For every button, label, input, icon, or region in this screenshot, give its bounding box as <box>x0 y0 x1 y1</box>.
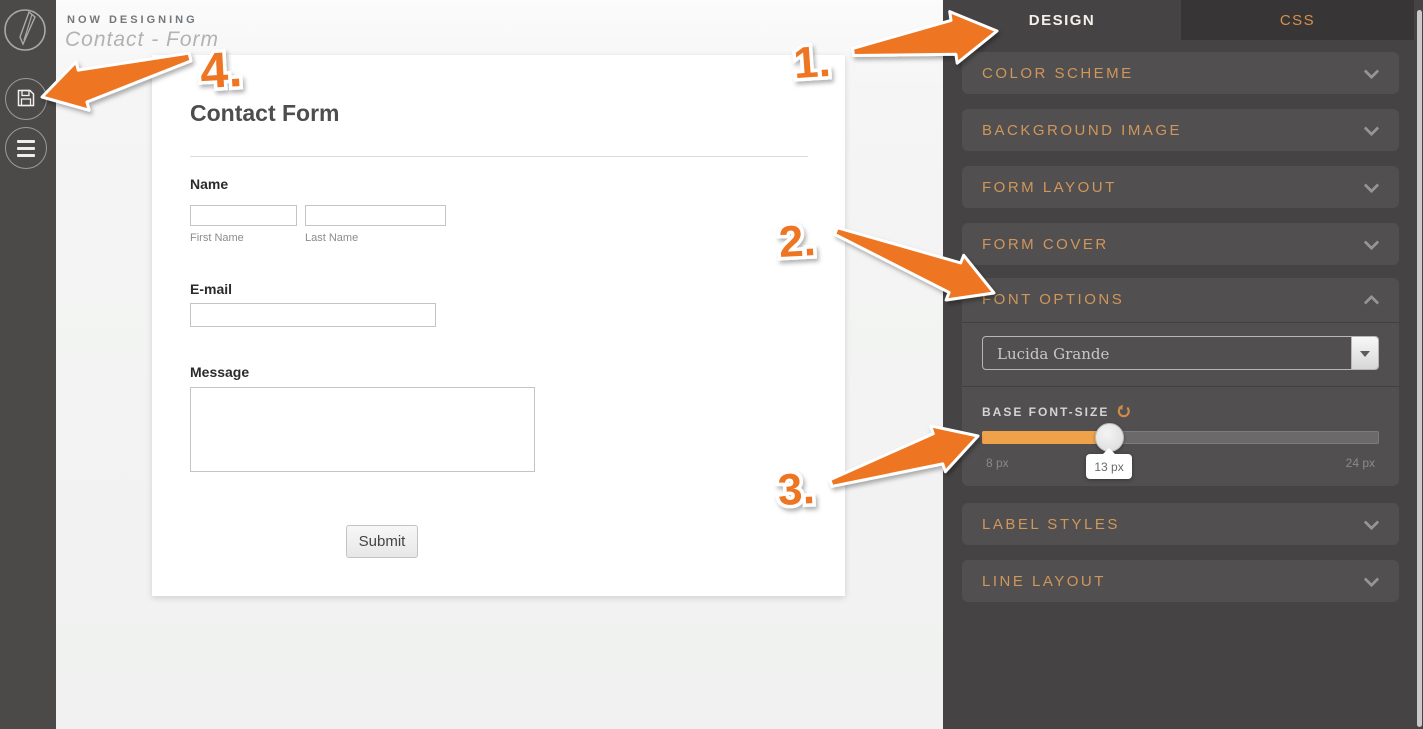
now-designing-label: NOW DESIGNING <box>67 14 198 26</box>
font-family-selected-value: Lucida Grande <box>997 345 1110 363</box>
save-floppy-icon <box>16 88 36 111</box>
form-heading: Contact Form <box>190 100 340 126</box>
email-input[interactable] <box>190 303 436 327</box>
slider-min-label: 8 px <box>986 456 1009 470</box>
tab-design[interactable]: DESIGN <box>943 0 1181 40</box>
chevron-down-icon <box>1363 120 1380 137</box>
section-line-layout-label: LINE LAYOUT <box>982 572 1106 590</box>
menu-button[interactable] <box>5 127 47 169</box>
section-font-options-label: FONT OPTIONS <box>982 291 1125 308</box>
chevron-down-icon <box>1363 234 1380 251</box>
form-heading-divider <box>190 156 808 157</box>
name-field-label: Name <box>190 176 229 192</box>
form-preview-paper: Contact Form Name First Name Last Name E… <box>152 55 845 596</box>
section-font-options-header[interactable]: FONT OPTIONS <box>962 278 1399 322</box>
design-panel: DESIGN CSS COLOR SCHEME BACKGROUND IMAGE… <box>943 0 1423 729</box>
font-size-slider-track[interactable] <box>982 423 1379 452</box>
message-textarea[interactable] <box>190 387 535 472</box>
slider-max-label: 24 px <box>1345 456 1375 470</box>
design-canvas: NOW DESIGNING Contact - Form Contact For… <box>56 0 943 729</box>
select-dropdown-arrow-icon[interactable] <box>1351 337 1378 369</box>
chevron-down-icon <box>1363 571 1380 588</box>
panel-tabbar: DESIGN CSS <box>943 0 1423 40</box>
section-color-scheme[interactable]: COLOR SCHEME <box>962 52 1399 94</box>
first-name-input[interactable] <box>190 205 297 226</box>
slider-value-tooltip: 13 px <box>1086 448 1133 479</box>
panel-scrollbar[interactable] <box>1417 10 1422 727</box>
section-form-cover[interactable]: FORM COVER <box>962 223 1399 265</box>
message-field-label: Message <box>190 364 250 380</box>
chevron-up-icon <box>1363 294 1380 311</box>
chevron-down-icon <box>1363 514 1380 531</box>
section-color-scheme-label: COLOR SCHEME <box>982 64 1134 82</box>
last-name-sublabel: Last Name <box>305 232 359 244</box>
section-label-styles[interactable]: LABEL STYLES <box>962 503 1399 545</box>
section-form-layout-label: FORM LAYOUT <box>982 178 1117 196</box>
base-font-size-label: BASE FONT-SIZE <box>982 404 1110 419</box>
section-form-cover-label: FORM COVER <box>982 235 1109 253</box>
left-sidebar <box>0 0 56 729</box>
section-line-layout[interactable]: LINE LAYOUT <box>962 560 1399 602</box>
save-button[interactable] <box>5 78 47 120</box>
section-label-styles-label: LABEL STYLES <box>982 515 1120 533</box>
font-family-select[interactable]: Lucida Grande <box>982 336 1379 370</box>
form-name-title: Contact - Form <box>65 28 220 51</box>
hamburger-icon <box>17 139 35 157</box>
first-name-sublabel: First Name <box>190 232 244 244</box>
font-size-slider-fill <box>982 431 1110 444</box>
divider <box>962 386 1399 387</box>
section-background-image-label: BACKGROUND IMAGE <box>982 121 1183 139</box>
section-form-layout[interactable]: FORM LAYOUT <box>962 166 1399 208</box>
section-background-image[interactable]: BACKGROUND IMAGE <box>962 109 1399 151</box>
section-font-options-expanded: FONT OPTIONS Lucida Grande BASE FONT-SIZ… <box>962 278 1399 486</box>
submit-button[interactable]: Submit <box>346 525 418 558</box>
chevron-down-icon <box>1363 177 1380 194</box>
chevron-down-icon <box>1363 63 1380 80</box>
tab-css[interactable]: CSS <box>1181 0 1414 40</box>
designer-pencil-logo-icon <box>3 8 48 53</box>
last-name-input[interactable] <box>305 205 446 226</box>
email-field-label: E-mail <box>190 281 233 297</box>
divider <box>962 322 1399 323</box>
reset-undo-icon[interactable] <box>1116 404 1131 419</box>
